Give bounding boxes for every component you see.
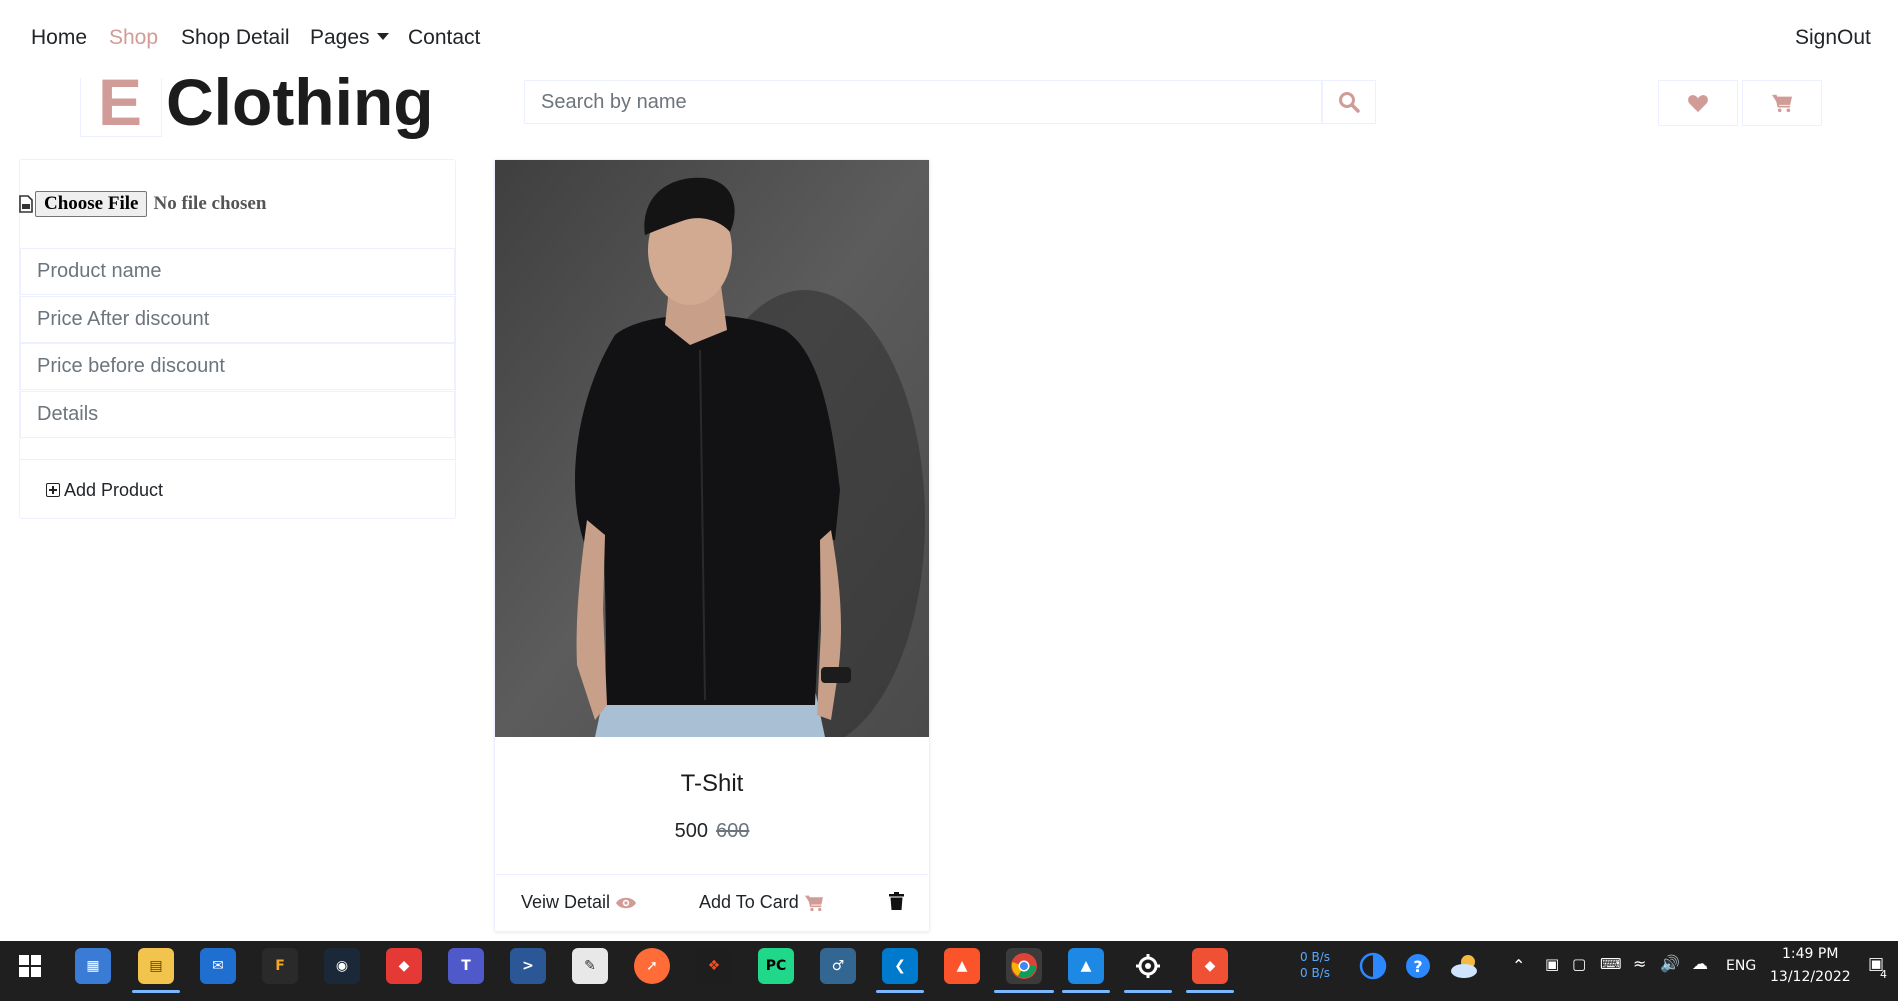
teams-icon[interactable]: T [448,948,484,984]
nav-pages-label: Pages [310,26,370,49]
chrome-icon[interactable] [1006,948,1042,984]
vscode-icon[interactable]: ❮ [882,948,918,984]
view-detail-button[interactable]: Veiw Detail [521,892,637,913]
photos-icon[interactable]: ▲ [1068,948,1104,984]
product-name: T-Shit [680,770,744,797]
file-explorer-icon[interactable]: ▤ [138,948,174,984]
running-indicator [1062,990,1110,993]
garena-icon[interactable]: F [262,948,298,984]
cart-icon [1772,94,1792,113]
product-name-input[interactable] [20,248,455,295]
figma-icon[interactable]: ❖ [696,948,732,984]
details-input[interactable] [20,391,455,438]
show-hidden-icons-chevron-icon[interactable]: ⌃ [1512,956,1525,975]
add-to-cart-label: Add To Card [699,892,799,912]
brave-icon[interactable]: ▲ [944,948,980,984]
meet-now-icon[interactable]: ▣ [1545,955,1559,973]
choose-file-button[interactable]: Choose File [35,191,148,217]
running-indicator [132,990,180,993]
price-after-discount-input[interactable] [20,296,455,343]
plus-square-icon [46,483,60,497]
input-method-icon[interactable]: ⌨ [1600,955,1622,973]
night-light-icon[interactable] [1355,948,1391,984]
product-old-price: 600 [716,820,750,842]
clock-date[interactable]: 13/12/2022 [1770,969,1851,985]
add-product-button[interactable]: Add Product [46,479,163,501]
file-status-text: No file chosen [153,193,267,214]
search-button[interactable] [1322,80,1376,124]
help-icon[interactable]: ? [1400,948,1436,984]
file-upload: Choose File No file chosen [19,190,266,218]
network-download-speed: 0 B/s [1300,966,1330,980]
git-icon[interactable]: ◆ [1192,948,1228,984]
nav-contact-link[interactable]: Contact [408,26,480,50]
nav-pages-dropdown[interactable]: Pages [310,26,389,50]
onedrive-cloud-icon[interactable]: ☁ [1692,954,1708,973]
network-upload-speed: 0 B/s [1300,950,1330,964]
nav-shop-detail-link[interactable]: Shop Detail [181,26,290,50]
product-image[interactable] [495,160,929,737]
eye-icon [616,897,637,908]
card-footer-divider [495,874,929,875]
heart-icon [1688,95,1708,113]
running-indicator [876,990,924,993]
cart-button[interactable] [1742,80,1822,126]
notification-count-badge: 4 [1880,968,1887,981]
mail-icon[interactable]: ✉ [200,948,236,984]
search-icon [1339,92,1360,113]
anydesk-icon[interactable]: ◆ [386,948,422,984]
display-icon[interactable]: ▢ [1572,955,1586,973]
svg-text:?: ? [1413,957,1422,976]
steam-icon[interactable]: ◉ [324,948,360,984]
postman-icon[interactable]: ➚ [634,948,670,984]
powershell-icon[interactable]: > [510,948,546,984]
price-before-discount-input[interactable] [20,343,455,390]
weather-icon[interactable] [1448,948,1484,984]
wifi-icon[interactable]: ≈ [1633,954,1646,973]
wishlist-button[interactable] [1658,80,1738,126]
brand-logo-name[interactable]: Clothing [166,64,434,140]
windows-start-icon[interactable] [12,948,48,984]
running-indicator [1124,990,1172,993]
nav-home-link[interactable]: Home [31,26,87,50]
notepad-icon[interactable]: ✎ [572,948,608,984]
settings-icon[interactable] [1130,948,1166,984]
nav-shop-link[interactable]: Shop [109,26,158,50]
search-input[interactable] [524,80,1322,124]
view-detail-label: Veiw Detail [521,892,611,912]
postgresql-icon[interactable]: ♂ [820,948,856,984]
microsoft-store-icon[interactable]: ▦ [75,948,111,984]
delete-product-button[interactable] [889,892,904,910]
form-divider [20,459,455,460]
caret-down-icon [376,32,389,40]
brand-logo-letter[interactable]: E [98,64,142,140]
add-product-label: Add Product [64,479,164,500]
language-indicator[interactable]: ENG [1726,958,1756,974]
signout-link[interactable]: SignOut [1795,26,1871,50]
product-price-row: 500 600 [494,820,930,843]
product-price: 500 [674,820,708,842]
clock-time[interactable]: 1:49 PM [1782,946,1838,962]
volume-icon[interactable]: 🔊 [1660,954,1680,973]
cart-icon [804,894,823,911]
pycharm-icon[interactable]: PC [758,948,794,984]
trash-icon [889,892,904,910]
add-to-cart-button[interactable]: Add To Card [699,892,824,913]
file-image-icon [19,195,33,213]
running-indicator [1186,990,1234,993]
running-indicator [994,990,1054,993]
